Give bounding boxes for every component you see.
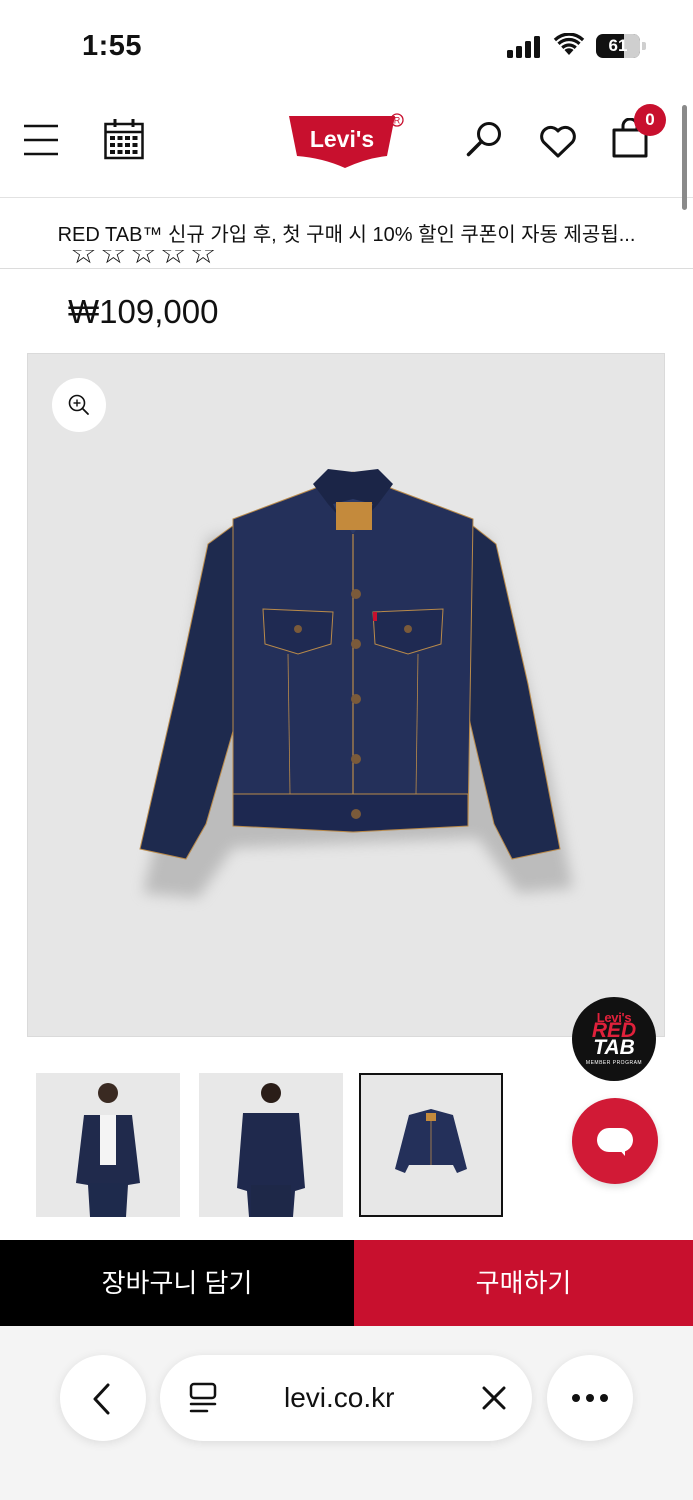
scrollbar[interactable] [682, 105, 687, 210]
calendar-icon[interactable] [104, 118, 144, 160]
battery-level: 61 [608, 36, 628, 55]
red-tab-tab: TAB [593, 1036, 635, 1059]
red-tab-member-program: MEMBER PROGRAM [585, 1060, 643, 1066]
browser-toolbar: levi.co.kr [0, 1326, 693, 1500]
star-icon: ☆ [189, 250, 217, 270]
chevron-left-icon [93, 1383, 110, 1415]
url-text[interactable]: levi.co.kr [284, 1355, 394, 1441]
denim-jacket-image [139, 469, 573, 898]
cellular-signal-icon [507, 36, 543, 58]
model-back-image [199, 1073, 343, 1217]
red-tab-member-badge[interactable]: Levi's RED TAB MEMBER PROGRAM [572, 997, 656, 1081]
more-horizontal-icon [572, 1394, 608, 1402]
thumbnail-back-model[interactable] [199, 1073, 343, 1217]
rating-stars: ☆ ☆ ☆ ☆ ☆ [70, 250, 270, 270]
status-time: 1:55 [82, 30, 143, 62]
chat-button[interactable] [572, 1098, 658, 1184]
product-main-image[interactable] [27, 353, 665, 1037]
status-bar: 1:55 61 [0, 0, 693, 92]
add-to-cart-button[interactable]: 장바구니 담기 [0, 1240, 354, 1326]
search-icon[interactable] [466, 120, 504, 158]
address-bar[interactable]: levi.co.kr [160, 1355, 532, 1441]
chat-bubble-icon [597, 1128, 633, 1152]
battery-icon: 61 [596, 34, 646, 58]
close-icon[interactable] [482, 1386, 506, 1410]
svg-text:R: R [394, 116, 401, 126]
back-button[interactable] [60, 1355, 146, 1441]
thumbnail-flat-lay[interactable] [359, 1073, 503, 1217]
star-icon: ☆ [70, 250, 97, 270]
more-button[interactable] [547, 1355, 633, 1441]
logo-text: Levi's [310, 126, 374, 152]
star-icon: ☆ [99, 250, 127, 270]
cart-count-badge[interactable]: 0 [634, 104, 666, 136]
hamburger-icon[interactable] [23, 122, 59, 158]
levis-logo[interactable]: Levi's R [287, 112, 407, 172]
star-icon: ☆ [159, 250, 187, 270]
jacket-flat-image [361, 1075, 501, 1215]
site-header: Levi's R [0, 92, 693, 198]
model-front-image [36, 1073, 180, 1217]
thumbnail-front-model[interactable] [36, 1073, 180, 1217]
buy-now-button[interactable]: 구매하기 [354, 1240, 693, 1326]
heart-icon[interactable] [539, 125, 577, 159]
reader-icon[interactable] [188, 1382, 218, 1414]
wifi-icon [553, 33, 585, 55]
star-icon: ☆ [129, 250, 157, 270]
product-price: ₩109,000 [68, 293, 219, 330]
